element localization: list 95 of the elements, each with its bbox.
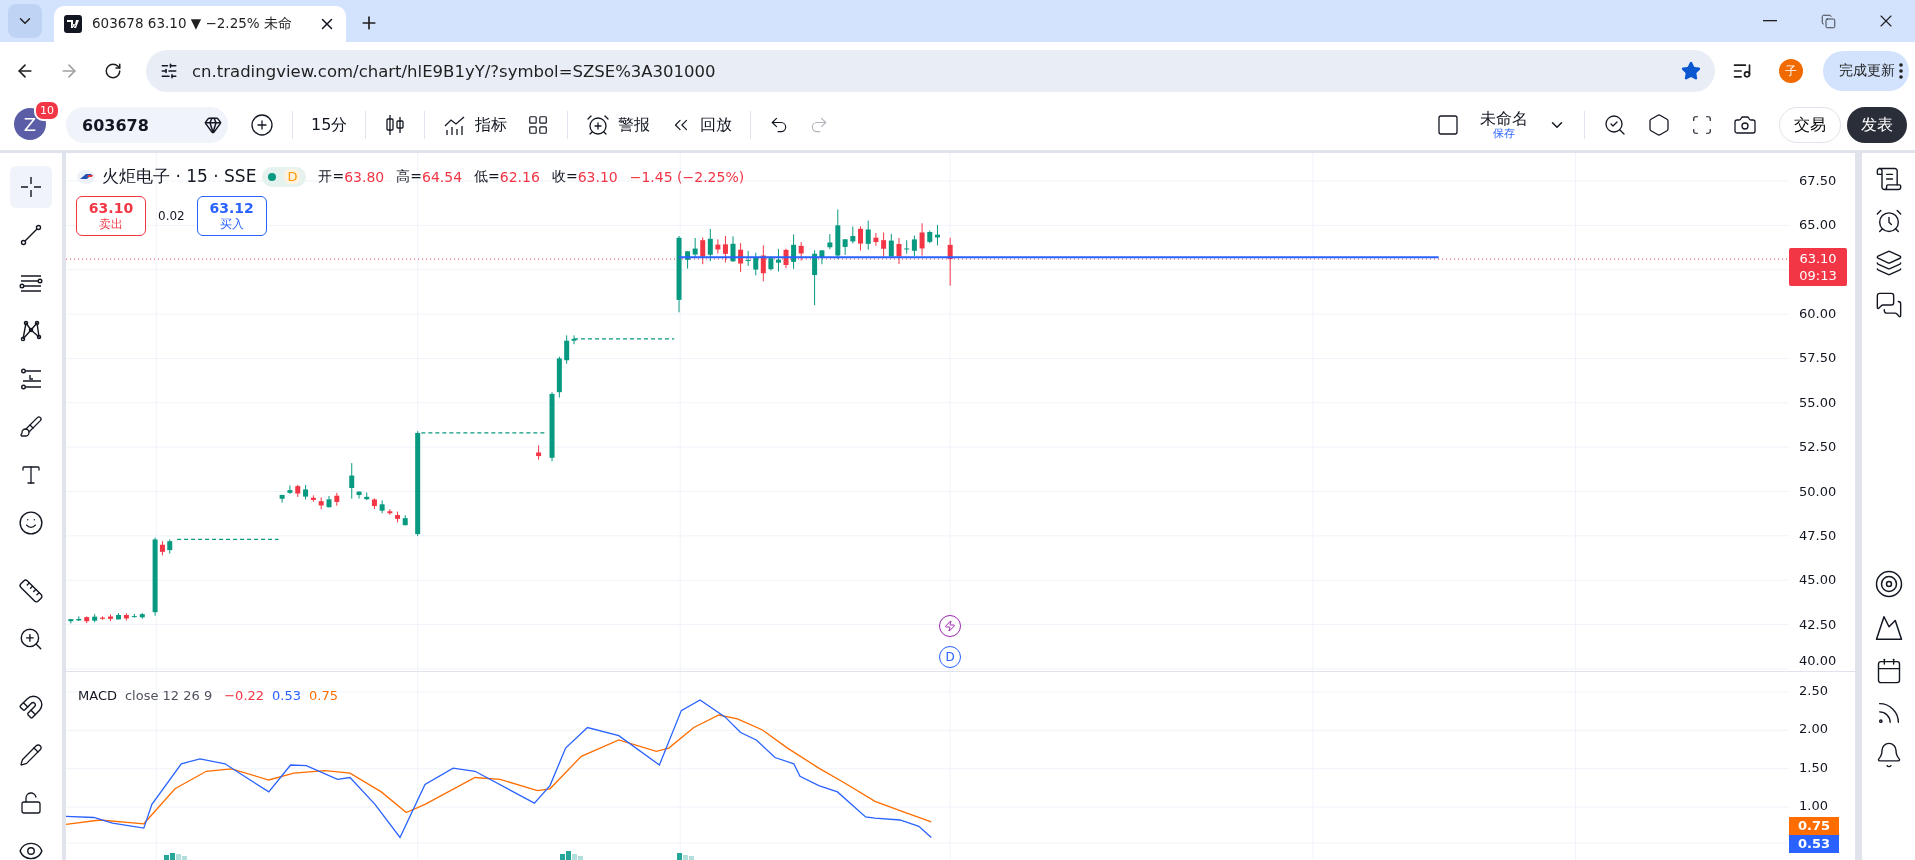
search-icon — [1603, 113, 1627, 137]
trade-button[interactable]: 交易 — [1779, 107, 1841, 143]
ohlc-label: 收= — [551, 167, 578, 186]
update-button[interactable]: 完成更新 — [1823, 51, 1909, 91]
horizontal-line[interactable] — [678, 256, 1440, 259]
macd-value-tag: 0.53 — [1789, 835, 1839, 853]
lock-icon — [19, 791, 43, 815]
watchlist-icon — [1874, 165, 1903, 193]
price-label: 52.50 — [1799, 439, 1837, 455]
layout-title: 未命名 — [1480, 110, 1528, 128]
url-text: cn.tradingview.com/chart/hlE9B1yY/?symbol=SZSE%3A301000 — [192, 61, 717, 81]
last-price-tag: 63.10 09:13 — [1789, 248, 1847, 287]
position-icon — [19, 367, 43, 391]
settings-icon — [1647, 113, 1671, 137]
browser-tab[interactable]: 603678 63.10 ▼ −2.25% 未命 — [54, 6, 346, 42]
ohlc-value: 64.54 — [421, 168, 463, 185]
symbol-search[interactable]: 603678 — [66, 107, 228, 143]
ruler-icon — [18, 578, 44, 604]
site-settings-icon — [160, 62, 178, 80]
price-label: 65.00 — [1799, 217, 1837, 233]
zoom-in-icon — [18, 626, 44, 652]
macd-axis-label: 2.00 — [1799, 721, 1828, 737]
logo-icon — [64, 15, 82, 33]
diamond-icon — [204, 116, 222, 134]
text-icon — [19, 463, 43, 487]
pencil-icon — [19, 743, 43, 767]
square-icon — [1436, 113, 1460, 137]
layout-name-button[interactable]: 未命名 保存 — [1470, 110, 1538, 140]
publish-button[interactable]: 发表 — [1847, 107, 1907, 143]
price-label: 60.00 — [1799, 306, 1837, 322]
alert-button[interactable]: 警报 — [576, 106, 661, 144]
lightning-icon — [944, 620, 957, 632]
price-label: 40.00 — [1799, 653, 1837, 668]
ohlc-value: 62.16 — [499, 168, 540, 185]
dividend-marker[interactable]: D — [939, 646, 962, 668]
signal-value-tag: 0.75 — [1789, 817, 1839, 835]
company-logo-icon — [76, 168, 96, 185]
plus-circle-icon — [250, 113, 274, 137]
alarm-icon — [586, 113, 611, 137]
alarm-clock-icon — [1874, 207, 1903, 235]
macd-axis-label: 2.50 — [1799, 683, 1828, 698]
trend-line-icon — [19, 223, 43, 247]
tab-title: 603678 63.10 ▼ −2.25% 未命 — [92, 15, 293, 33]
event-marker[interactable] — [939, 615, 962, 637]
price-change: −1.45 (−2.25%) — [629, 168, 745, 185]
spread-value: 0.02 — [158, 209, 185, 223]
sell-button[interactable]: 63.10 卖出 — [76, 196, 146, 236]
indicator-title: MACD — [78, 688, 117, 703]
layers-icon — [1874, 249, 1903, 277]
price-label: 55.00 — [1799, 394, 1837, 410]
bookmark-star-icon — [1681, 61, 1701, 81]
notification-count: 10 — [34, 100, 60, 121]
mountain-icon — [1873, 613, 1904, 643]
magnet-icon — [18, 694, 44, 720]
macd-axis-label: 1.50 — [1799, 759, 1828, 775]
camera-icon — [1733, 113, 1757, 137]
playlist-icon — [1732, 61, 1752, 81]
ohlc-label: 开= — [318, 167, 345, 186]
price-label: 45.00 — [1799, 572, 1837, 588]
indicator-params: close 12 26 9 — [124, 688, 213, 703]
restore-icon — [1820, 13, 1836, 29]
price-label: 50.00 — [1799, 483, 1837, 499]
target-icon — [1873, 569, 1904, 599]
reload-icon — [104, 62, 122, 80]
indicator-value: 0.53 — [272, 688, 301, 703]
interval-button[interactable]: 15分 — [301, 106, 358, 144]
minimize-icon — [1763, 20, 1777, 22]
tool-button[interactable] — [10, 166, 52, 208]
replay-button[interactable]: 回放 — [660, 106, 743, 144]
ohlc-label: 高= — [396, 167, 422, 186]
price-label: 67.50 — [1799, 173, 1837, 188]
candles-icon — [384, 113, 407, 137]
indicators-button[interactable]: 指标 — [433, 106, 518, 144]
address-bar[interactable]: cn.tradingview.com/chart/hlE9B1yY/?symbol=SZSE%3A301000 — [146, 50, 1715, 92]
price-label: 42.50 — [1799, 616, 1837, 632]
status-letter: D — [284, 169, 301, 184]
ohlc-label: 低= — [474, 167, 500, 186]
macd-axis-label: 1.00 — [1799, 798, 1828, 814]
grid-icon — [527, 114, 550, 136]
fullscreen-icon — [1691, 114, 1713, 136]
crosshair-icon — [19, 175, 43, 199]
price-label: 47.50 — [1799, 527, 1837, 543]
indicator-value: 0.75 — [309, 688, 338, 703]
brush-icon — [19, 415, 43, 439]
ohlc-value: 63.80 — [344, 168, 385, 185]
buy-button[interactable]: 63.12 买入 — [196, 196, 267, 236]
price-label: 57.50 — [1799, 350, 1837, 366]
smile-icon — [18, 510, 44, 536]
pattern-icon — [19, 319, 43, 343]
indicator-value: −0.22 — [224, 688, 265, 703]
symbol-title: 火炬电子 · 15 · SSE — [102, 165, 257, 188]
chat-icon — [1874, 291, 1903, 319]
ohlc-value: 63.10 — [577, 168, 618, 185]
more-icon — [1899, 63, 1903, 79]
save-status: 保存 — [1493, 127, 1515, 140]
